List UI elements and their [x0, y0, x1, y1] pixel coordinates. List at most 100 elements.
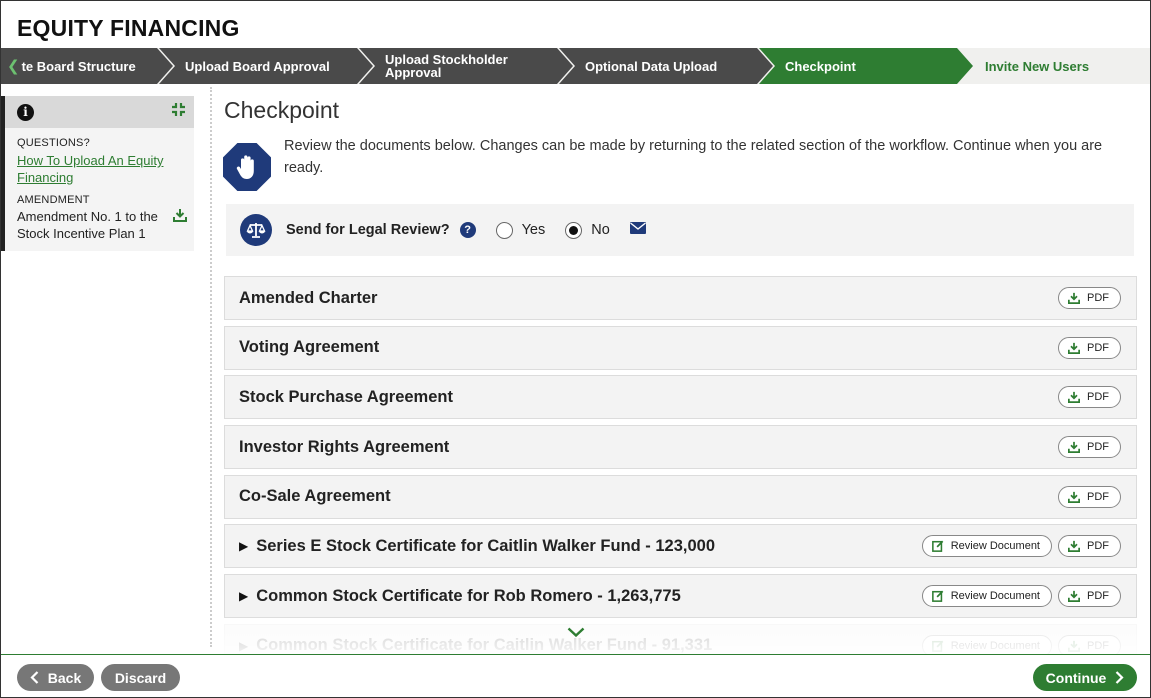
download-icon: [1068, 491, 1080, 503]
pdf-label: PDF: [1087, 490, 1109, 503]
legal-review-question: Send for Legal Review?: [286, 222, 450, 238]
continue-label: Continue: [1045, 669, 1107, 686]
pdf-download-button[interactable]: PDF: [1058, 436, 1121, 459]
download-icon: [1068, 292, 1080, 304]
download-icon: [1068, 392, 1080, 404]
review-label: Review Document: [950, 540, 1040, 553]
amendment-doc: Amendment No. 1 to the Stock Incentive P…: [17, 208, 194, 242]
chevron-left-icon: [30, 671, 39, 684]
sidebar-header: i: [5, 96, 194, 128]
app-title: EQUITY FINANCING: [17, 15, 240, 41]
pdf-label: PDF: [1087, 391, 1109, 404]
document-name: Investor Rights Agreement: [239, 437, 450, 456]
radio-yes-circle[interactable]: [495, 221, 513, 239]
app-window: EQUITY FINANCING ❮ te Board Structure Up…: [0, 0, 1151, 698]
amendment-doc-name: Amendment No. 1 to the Stock Incentive P…: [17, 209, 158, 241]
discard-button[interactable]: Discard: [101, 664, 180, 691]
step-board-structure[interactable]: ❮ te Board Structure: [1, 48, 173, 84]
download-icon: [1068, 342, 1080, 354]
step-label: Upload Board Approval: [185, 58, 330, 74]
chevron-right-icon: [1116, 671, 1124, 684]
document-name: Co-Sale Agreement: [239, 487, 391, 506]
review-label: Review Document: [950, 639, 1040, 652]
chevron-left-icon: ❮: [7, 57, 20, 75]
download-icon: [1068, 640, 1080, 652]
review-document-button[interactable]: Review Document: [921, 585, 1052, 608]
pdf-label: PDF: [1087, 590, 1109, 603]
review-label: Review Document: [950, 590, 1040, 603]
step-upload-stockholder-approval[interactable]: Upload Stockholder Approval: [359, 48, 573, 84]
radio-no-label: No: [591, 222, 610, 238]
page-title: Checkpoint: [224, 97, 340, 123]
back-button[interactable]: Back: [17, 664, 94, 691]
download-icon: [1068, 541, 1080, 553]
footer-bar: Back Discard Continue: [1, 654, 1150, 697]
document-name: Common Stock Certificate for Rob Romero …: [256, 586, 681, 605]
download-icon: [1068, 441, 1080, 454]
radio-no[interactable]: No: [565, 221, 610, 239]
radio-no-circle[interactable]: [565, 221, 583, 239]
pdf-label: PDF: [1087, 540, 1109, 553]
review-document-button[interactable]: Review Document: [921, 535, 1052, 558]
envelope-icon[interactable]: [629, 221, 646, 239]
help-icon[interactable]: ?: [459, 222, 476, 238]
legal-review-panel: Send for Legal Review? ? Yes No: [226, 204, 1134, 256]
chevron-down-icon[interactable]: [567, 625, 585, 643]
document-row: Stock Purchase Agreement PDF: [224, 375, 1137, 420]
help-sidebar: i QUESTIONS? How To Upload An Equity Fin…: [1, 96, 194, 251]
document-name: Amended Charter: [239, 288, 378, 307]
pane-divider: [210, 87, 212, 647]
continue-button[interactable]: Continue: [1033, 664, 1137, 691]
pdf-label: PDF: [1087, 441, 1109, 454]
step-checkpoint[interactable]: Checkpoint: [759, 48, 973, 84]
checkpoint-instructions: Review the documents below. Changes can …: [284, 138, 1103, 176]
document-row: Co-Sale Agreement PDF: [224, 474, 1137, 519]
pdf-download-button[interactable]: PDF: [1058, 535, 1121, 558]
document-name: Voting Agreement: [239, 338, 380, 357]
document-name: Common Stock Certificate for Caitlin Wal…: [256, 636, 713, 655]
collapse-icon[interactable]: [171, 102, 186, 122]
document-row: Investor Rights Agreement PDF: [224, 425, 1137, 470]
pdf-download-button[interactable]: PDF: [1058, 336, 1121, 359]
step-invite-new-users[interactable]: Invite New Users: [959, 48, 1150, 84]
pdf-label: PDF: [1087, 341, 1109, 354]
amendment-label: AMENDMENT: [17, 194, 90, 206]
info-icon: i: [17, 103, 34, 121]
document-list: Amended Charter PDF Voting Agreement PDF…: [224, 276, 1137, 674]
pdf-download-button[interactable]: PDF: [1058, 585, 1121, 608]
step-label: Upload Stockholder Approval: [385, 52, 508, 80]
document-row: Voting Agreement PDF: [224, 325, 1137, 370]
document-name: Stock Purchase Agreement: [239, 387, 453, 406]
pdf-download-button[interactable]: PDF: [1058, 485, 1121, 508]
back-label: Back: [47, 669, 82, 686]
edit-icon: [931, 541, 944, 553]
workflow-stepper: ❮ te Board Structure Upload Board Approv…: [1, 48, 1150, 84]
edit-icon: [931, 640, 944, 652]
pdf-download-button[interactable]: PDF: [1058, 287, 1121, 309]
pdf-label: PDF: [1087, 292, 1109, 304]
document-name: Series E Stock Certificate for Caitlin W…: [256, 536, 716, 555]
stop-hand-icon: [223, 143, 271, 191]
pdf-download-button[interactable]: PDF: [1058, 386, 1121, 409]
document-row-expandable[interactable]: ▶ Series E Stock Certificate for Caitlin…: [224, 524, 1137, 569]
document-row-expandable[interactable]: ▶ Common Stock Certificate for Rob Romer…: [224, 574, 1137, 619]
caret-right-icon[interactable]: ▶: [239, 539, 248, 553]
step-label: Checkpoint: [785, 58, 856, 74]
help-link[interactable]: How To Upload An Equity Financing: [17, 152, 177, 186]
discard-label: Discard: [114, 669, 167, 686]
radio-yes-label: Yes: [521, 222, 546, 238]
download-icon: [1068, 590, 1080, 603]
step-optional-data-upload[interactable]: Optional Data Upload: [559, 48, 773, 84]
step-label: te Board Structure: [21, 58, 136, 74]
caret-right-icon[interactable]: ▶: [239, 589, 248, 603]
edit-icon: [931, 590, 944, 603]
step-upload-board-approval[interactable]: Upload Board Approval: [159, 48, 373, 84]
pdf-label: PDF: [1087, 639, 1109, 652]
radio-yes[interactable]: Yes: [495, 221, 546, 239]
download-icon[interactable]: [173, 208, 187, 242]
caret-right-icon[interactable]: ▶: [239, 639, 248, 653]
document-row: Amended Charter PDF: [224, 276, 1137, 320]
questions-label: QUESTIONS?: [17, 137, 90, 149]
scale-icon: [240, 214, 272, 246]
step-label: Invite New Users: [985, 58, 1090, 74]
